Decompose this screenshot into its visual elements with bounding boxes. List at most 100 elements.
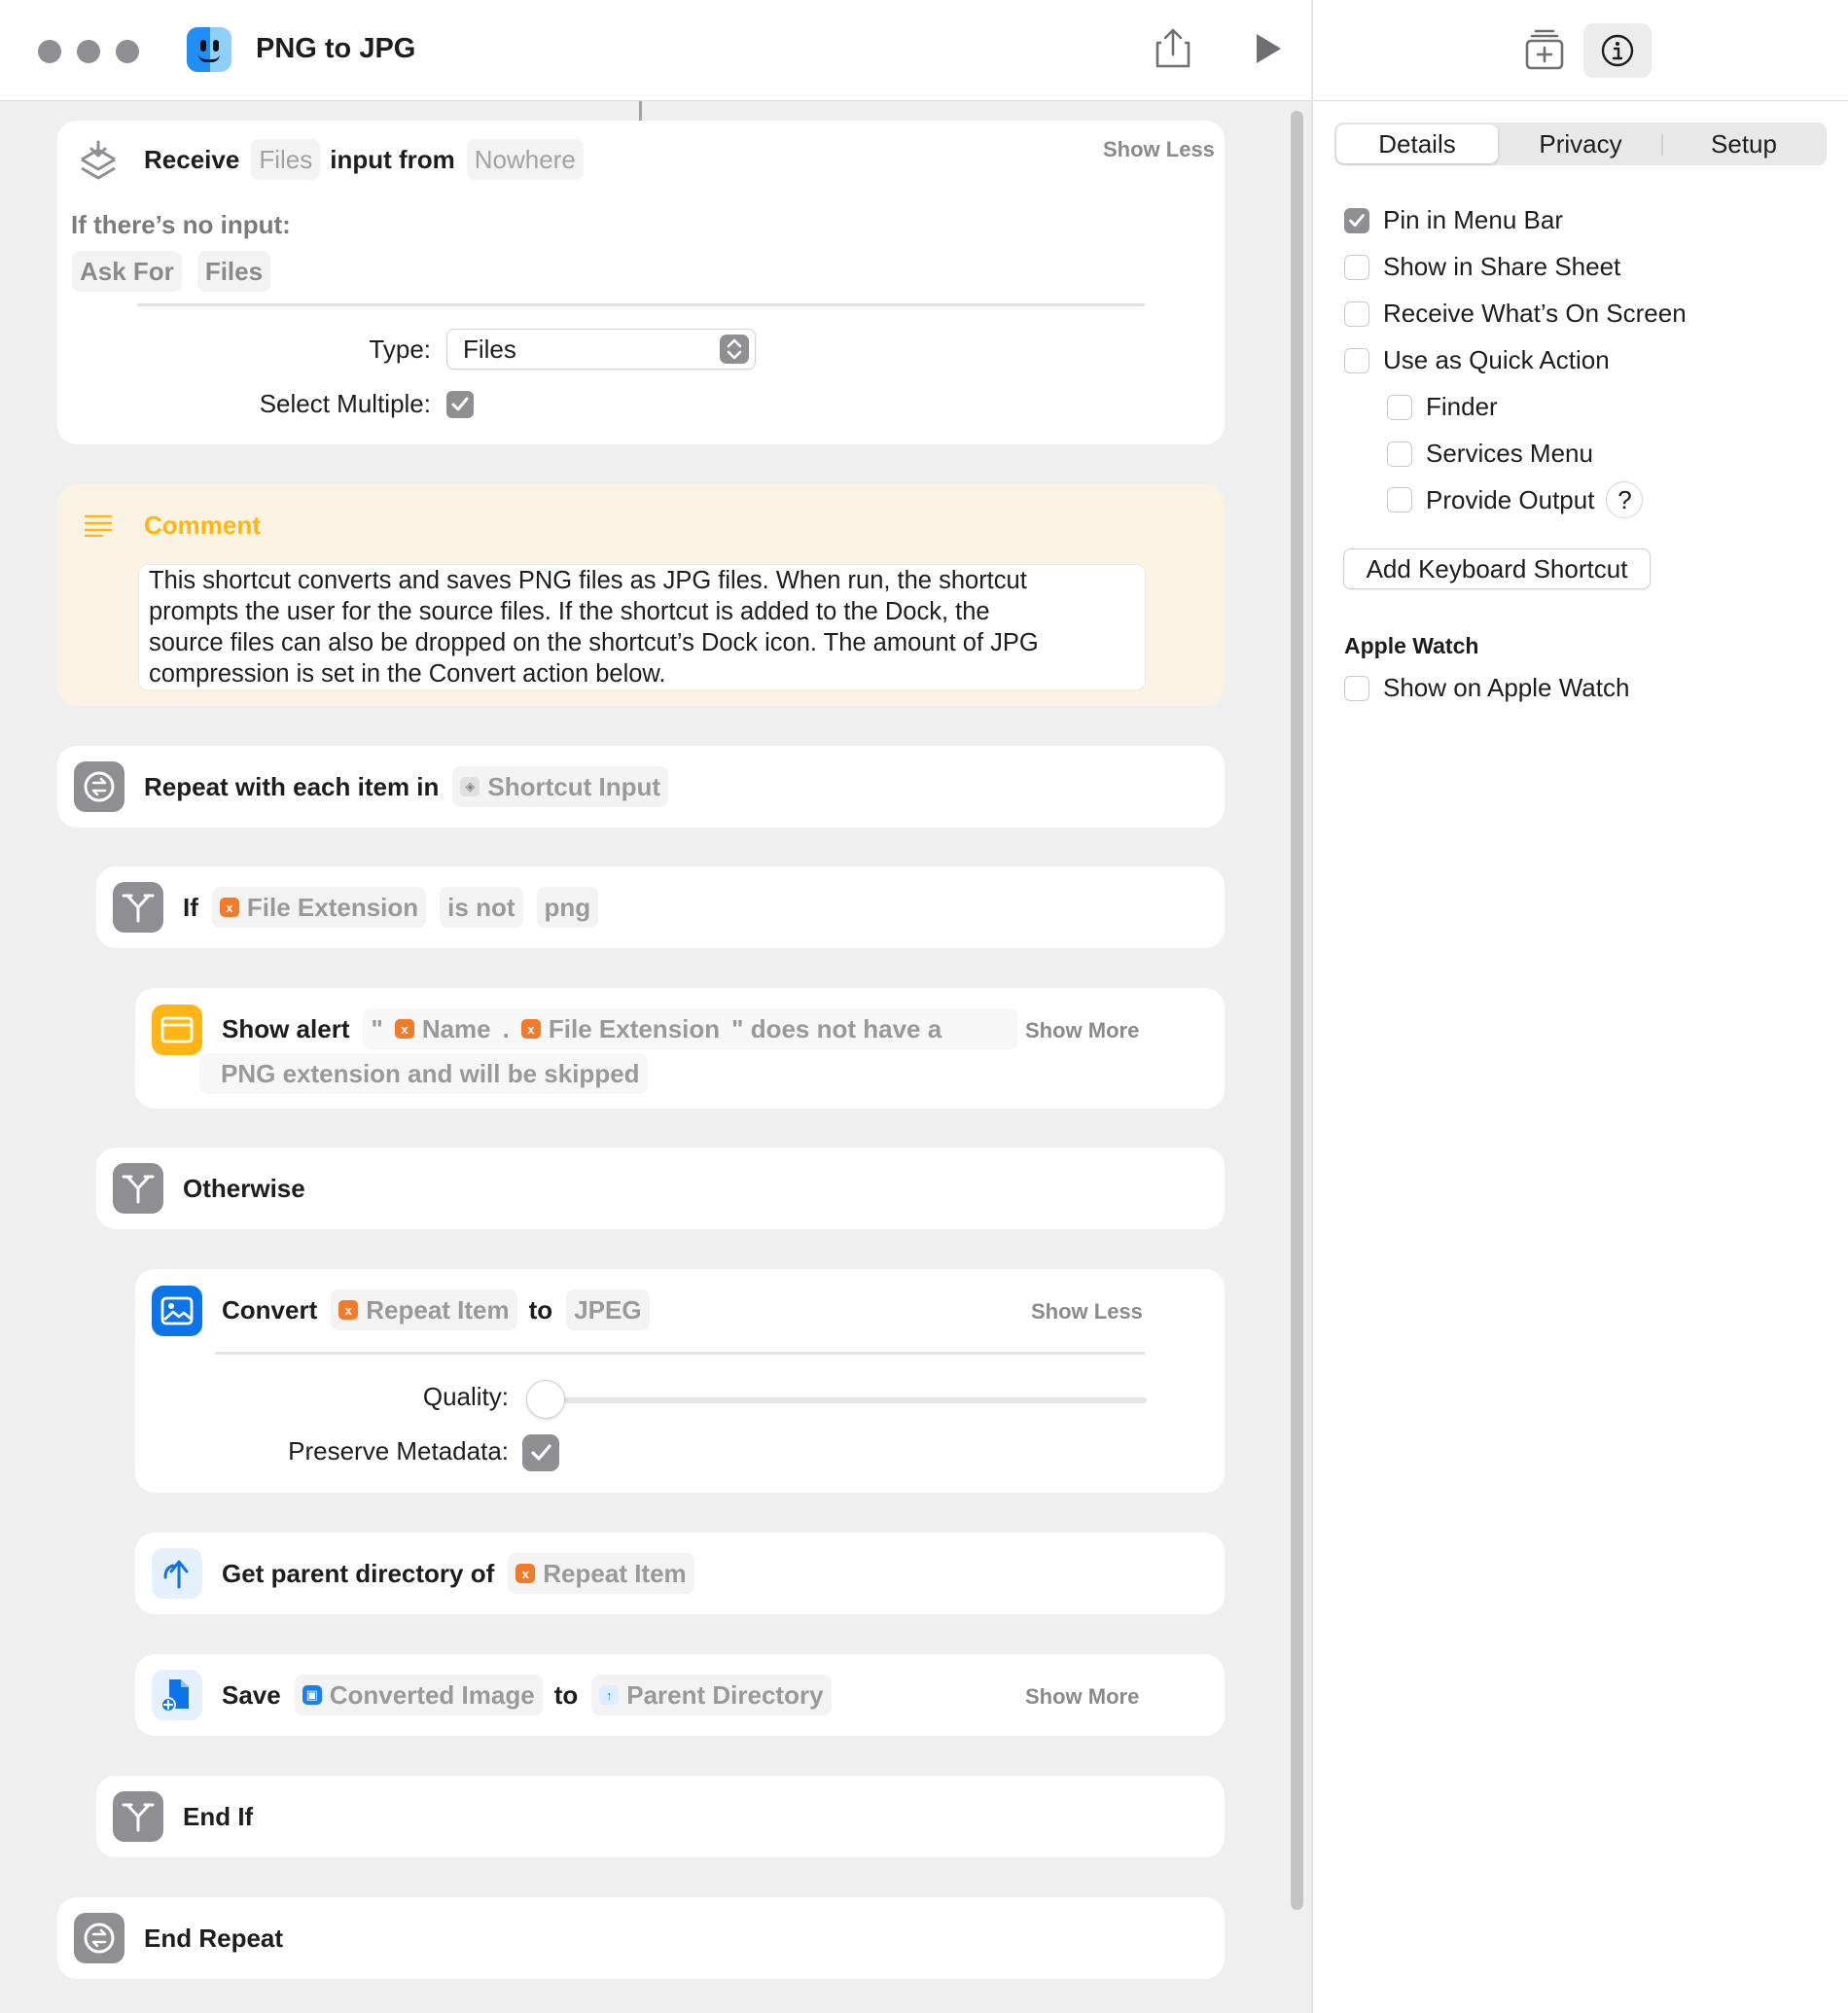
- minimize-window-button[interactable]: [77, 40, 100, 63]
- close-window-button[interactable]: [38, 40, 61, 63]
- chevron-updown-icon: [720, 335, 749, 364]
- dot-separator: .: [502, 1013, 510, 1043]
- shortcut-title[interactable]: PNG to JPG: [256, 33, 415, 65]
- tab-details[interactable]: Details: [1336, 124, 1498, 163]
- parent-directory-variable-icon: ↑: [599, 1685, 620, 1705]
- preserve-metadata-checkbox[interactable]: [522, 1434, 559, 1471]
- checkmark-icon: [451, 397, 469, 411]
- quick-action-checkbox[interactable]: [1344, 347, 1369, 373]
- finder-checkbox[interactable]: [1387, 394, 1412, 420]
- receive-screen-option[interactable]: Receive What’s On Screen: [1344, 299, 1687, 329]
- receive-show-less-link[interactable]: Show Less: [1103, 137, 1215, 162]
- save-action-card[interactable]: Save ▣ Converted Image to ↑ Parent Direc…: [135, 1654, 1225, 1736]
- format-token[interactable]: JPEG: [566, 1289, 650, 1330]
- end-if-action-card[interactable]: End If: [96, 1776, 1225, 1857]
- run-icon[interactable]: [1253, 31, 1284, 66]
- parent-repeat-item-token[interactable]: x Repeat Item: [508, 1553, 694, 1594]
- zoom-window-button[interactable]: [116, 40, 139, 63]
- end-repeat-label: End Repeat: [144, 1923, 284, 1953]
- share-sheet-label: Show in Share Sheet: [1383, 252, 1621, 281]
- save-show-more-link[interactable]: Show More: [1025, 1684, 1139, 1710]
- receive-screen-checkbox[interactable]: [1344, 300, 1369, 327]
- pin-menu-bar-label: Pin in Menu Bar: [1383, 205, 1563, 234]
- repeat-icon: [74, 761, 124, 812]
- name-variable-label: Name: [421, 1013, 491, 1043]
- get-parent-directory-card[interactable]: Get parent directory of x Repeat Item: [135, 1533, 1225, 1614]
- checkmark-icon: [531, 1444, 551, 1461]
- action-library-icon[interactable]: [1523, 27, 1566, 72]
- photo-icon: [152, 1286, 202, 1336]
- tab-privacy[interactable]: Privacy: [1500, 123, 1661, 165]
- value-token[interactable]: png: [536, 887, 599, 928]
- parent-directory-icon: [152, 1548, 202, 1599]
- repeat-item-token[interactable]: x Repeat Item: [331, 1289, 517, 1330]
- alert-text-part2[interactable]: PNG extension and will be skipped: [199, 1053, 648, 1094]
- convert-show-less-link[interactable]: Show Less: [1031, 1299, 1143, 1324]
- apple-watch-heading: Apple Watch: [1344, 633, 1479, 658]
- fallback-action-token[interactable]: Ask For: [72, 251, 182, 292]
- editor-scrollbar[interactable]: [1291, 111, 1303, 1910]
- quality-label: Quality:: [422, 1382, 509, 1411]
- if-action-card[interactable]: If x File Extension is not png: [96, 866, 1225, 948]
- show-on-watch-checkbox[interactable]: [1344, 675, 1369, 701]
- receive-icon: [81, 140, 116, 180]
- fallback-type-token[interactable]: Files: [196, 251, 271, 292]
- share-sheet-option[interactable]: Show in Share Sheet: [1344, 252, 1620, 282]
- alert-message-field[interactable]: " x Name . x File Extension " does not h…: [363, 1008, 1018, 1049]
- services-menu-option[interactable]: Services Menu: [1387, 439, 1593, 469]
- otherwise-action-card[interactable]: Otherwise: [96, 1148, 1225, 1229]
- quick-action-option[interactable]: Use as Quick Action: [1344, 345, 1610, 375]
- quality-slider[interactable]: [544, 1397, 1147, 1403]
- convert-action-card[interactable]: Convert x Repeat Item to JPEG Show Less …: [135, 1269, 1225, 1493]
- quick-action-label: Use as Quick Action: [1383, 345, 1610, 374]
- receive-action-card[interactable]: Receive Files input from Nowhere Show Le…: [57, 121, 1225, 444]
- converted-image-token[interactable]: ▣ Converted Image: [294, 1675, 543, 1715]
- show-on-watch-label: Show on Apple Watch: [1383, 673, 1630, 702]
- share-icon[interactable]: [1154, 27, 1192, 70]
- end-repeat-action-card[interactable]: End Repeat: [57, 1897, 1225, 1979]
- comment-line: prompts the user for the source files. I…: [149, 598, 990, 625]
- help-icon[interactable]: ?: [1606, 481, 1644, 518]
- services-menu-checkbox[interactable]: [1387, 441, 1412, 467]
- comment-line: compression is set in the Convert action…: [149, 660, 666, 688]
- provide-output-checkbox[interactable]: [1387, 487, 1412, 512]
- shortcut-details-button[interactable]: [1583, 23, 1652, 78]
- pin-menu-bar-option[interactable]: Pin in Menu Bar: [1344, 205, 1563, 235]
- input-source-token[interactable]: Nowhere: [466, 139, 584, 180]
- provide-output-option[interactable]: Provide Output ?: [1387, 481, 1644, 518]
- repeat-item-label: Repeat Item: [366, 1294, 510, 1324]
- no-input-label: If there’s no input:: [71, 210, 291, 239]
- alert-text-part1: " does not have a: [731, 1013, 942, 1043]
- finder-app-icon: [187, 27, 231, 72]
- show-alert-action-card[interactable]: Show alert " x Name . x File Extension "…: [135, 988, 1225, 1109]
- tab-setup[interactable]: Setup: [1663, 123, 1825, 165]
- file-extension-token[interactable]: x File Extension: [211, 887, 427, 928]
- editor-titlebar: PNG to JPG: [0, 0, 1311, 101]
- quality-slider-knob[interactable]: [526, 1380, 565, 1419]
- services-menu-label: Services Menu: [1426, 439, 1593, 468]
- receive-type-token[interactable]: Files: [251, 139, 321, 180]
- variable-icon: x: [515, 1564, 536, 1583]
- convert-label: Convert: [222, 1294, 318, 1324]
- converted-image-label: Converted Image: [329, 1679, 535, 1710]
- input-from-label: input from: [330, 144, 455, 174]
- select-multiple-checkbox[interactable]: [446, 391, 474, 418]
- comment-title: Comment: [144, 511, 261, 540]
- finder-option[interactable]: Finder: [1387, 392, 1498, 422]
- add-keyboard-shortcut-button[interactable]: Add Keyboard Shortcut: [1343, 548, 1651, 589]
- condition-token[interactable]: is not: [440, 887, 523, 928]
- checkmark-icon: [1349, 213, 1365, 227]
- parent-directory-label: Parent Directory: [626, 1679, 824, 1710]
- type-select[interactable]: Files: [446, 329, 756, 370]
- pin-menu-bar-checkbox[interactable]: [1344, 207, 1369, 233]
- parent-directory-token[interactable]: ↑ Parent Directory: [591, 1675, 832, 1715]
- comment-text-field[interactable]: This shortcut converts and saves PNG fil…: [138, 564, 1146, 690]
- share-sheet-checkbox[interactable]: [1344, 254, 1369, 280]
- shortcut-input-token[interactable]: ◈ Shortcut Input: [452, 766, 669, 807]
- provide-output-label: Provide Output: [1426, 484, 1595, 514]
- show-on-watch-option[interactable]: Show on Apple Watch: [1344, 673, 1629, 703]
- save-to-label: to: [553, 1679, 579, 1710]
- alert-show-more-link[interactable]: Show More: [1025, 1018, 1139, 1043]
- divider: [215, 1352, 1145, 1355]
- repeat-action-card[interactable]: Repeat with each item in ◈ Shortcut Inpu…: [57, 746, 1225, 828]
